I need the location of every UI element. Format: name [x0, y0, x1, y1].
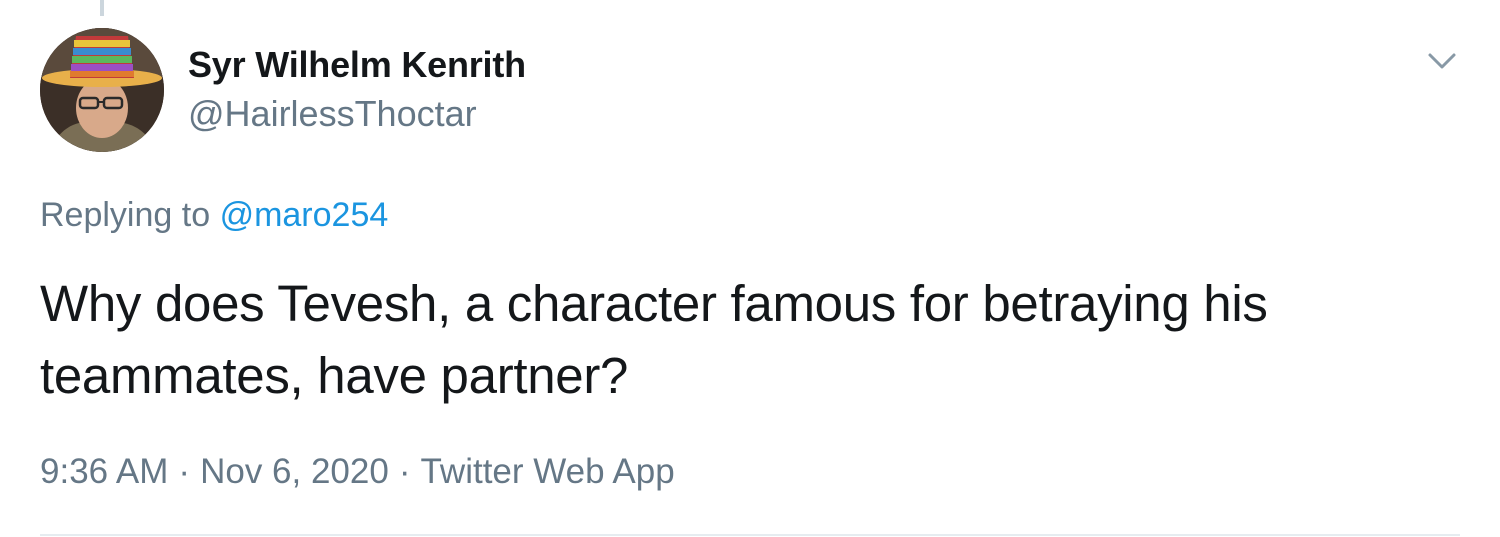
author-display-name[interactable]: Syr Wilhelm Kenrith — [188, 44, 526, 86]
bottom-divider — [40, 534, 1460, 536]
avatar-image — [40, 28, 164, 152]
tweet-time[interactable]: 9:36 AM — [40, 452, 168, 491]
tweet-metadata: 9:36 AM · Nov 6, 2020 · Twitter Web App — [40, 452, 675, 492]
replying-to-label: Replying to — [40, 196, 211, 234]
chevron-down-icon[interactable] — [1424, 46, 1460, 76]
author-handle[interactable]: @HairlessThoctar — [188, 93, 477, 135]
reply-mention-link[interactable]: @maro254 — [220, 196, 389, 234]
replying-to-line: Replying to @maro254 — [40, 196, 388, 235]
thread-connector-line — [100, 0, 104, 16]
meta-separator: · — [178, 452, 191, 491]
tweet-date[interactable]: Nov 6, 2020 — [200, 452, 389, 491]
tweet-source[interactable]: Twitter Web App — [420, 452, 674, 491]
meta-separator: · — [398, 452, 411, 491]
author-avatar[interactable] — [40, 28, 164, 152]
tweet-text: Why does Tevesh, a character famous for … — [40, 275, 1268, 404]
